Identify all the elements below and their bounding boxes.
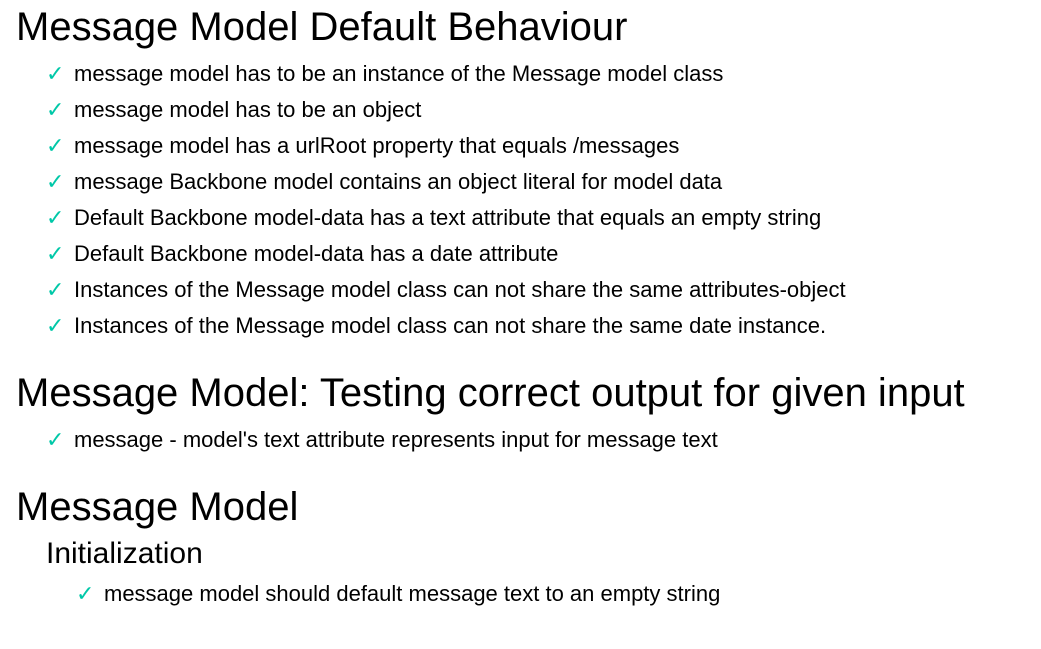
test-label: message model has a urlRoot property tha… <box>74 133 680 158</box>
check-icon: ✓ <box>46 97 65 123</box>
test-item: ✓ Default Backbone model-data has a text… <box>46 200 1026 236</box>
test-list: ✓ message - model's text attribute repre… <box>16 422 1026 458</box>
check-icon: ✓ <box>46 205 65 231</box>
suite-message-model: Message Model Initialization ✓ message m… <box>16 484 1026 612</box>
test-item: ✓ message - model's text attribute repre… <box>46 422 1026 458</box>
test-label: message model has to be an instance of t… <box>74 61 724 86</box>
check-icon: ✓ <box>46 427 65 453</box>
subsuite-initialization: Initialization ✓ message model should de… <box>16 536 1026 612</box>
test-label: message model has to be an object <box>74 97 422 122</box>
test-label: Instances of the Message model class can… <box>74 313 827 338</box>
test-label: Instances of the Message model class can… <box>74 277 846 302</box>
check-icon: ✓ <box>46 61 65 87</box>
suite-title: Message Model: Testing correct output fo… <box>16 371 965 415</box>
suite-title: Message Model <box>16 485 299 529</box>
test-label: message Backbone model contains an objec… <box>74 169 723 194</box>
test-item: ✓ message model has a urlRoot property t… <box>46 128 1026 164</box>
suite-testing-output: Message Model: Testing correct output fo… <box>16 370 1026 458</box>
test-item: ✓ message model has to be an object <box>46 92 1026 128</box>
test-item: ✓ Instances of the Message model class c… <box>46 308 1026 344</box>
check-icon: ✓ <box>76 581 95 607</box>
test-report: Message Model Default Behaviour ✓ messag… <box>16 4 1026 612</box>
subsuite-title: Initialization <box>46 537 203 570</box>
test-item: ✓ message model should default message t… <box>76 576 1026 612</box>
test-item: ✓ message model has to be an instance of… <box>46 56 1026 92</box>
suite-default-behaviour: Message Model Default Behaviour ✓ messag… <box>16 4 1026 344</box>
check-icon: ✓ <box>46 133 65 159</box>
test-item: ✓ message Backbone model contains an obj… <box>46 164 1026 200</box>
test-item: ✓ Instances of the Message model class c… <box>46 272 1026 308</box>
check-icon: ✓ <box>46 169 65 195</box>
test-label: message - model's text attribute represe… <box>74 427 718 452</box>
check-icon: ✓ <box>46 241 65 267</box>
suite-title: Message Model Default Behaviour <box>16 5 628 49</box>
check-icon: ✓ <box>46 313 65 339</box>
test-label: Default Backbone model-data has a text a… <box>74 205 822 230</box>
test-label: message model should default message tex… <box>104 581 721 606</box>
check-icon: ✓ <box>46 277 65 303</box>
test-label: Default Backbone model-data has a date a… <box>74 241 559 266</box>
test-list: ✓ message model should default message t… <box>46 576 1026 612</box>
test-item: ✓ Default Backbone model-data has a date… <box>46 236 1026 272</box>
test-list: ✓ message model has to be an instance of… <box>16 56 1026 344</box>
